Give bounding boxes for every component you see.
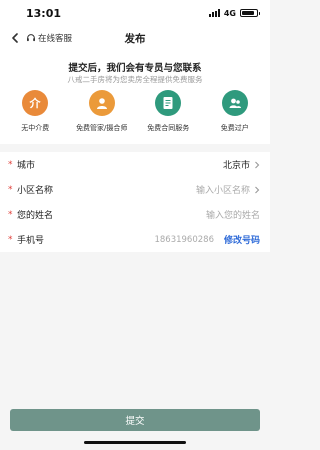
customer-service-button[interactable]: 在线客服 [26, 32, 72, 44]
intro-card: 提交后，我们会有专员与您联系 八戒二手房将为您卖房全程提供免费服务 介 无中介费… [0, 50, 270, 144]
community-placeholder: 输入小区名称 [195, 186, 250, 196]
community-label: 小区名称 [17, 186, 54, 196]
feature-housekeeper: 免费管家/摄合师 [70, 90, 134, 133]
feature-list: 介 无中介费 免费管家/摄合师 免费合同服务 免费过户 [0, 90, 270, 133]
submit-button[interactable]: 提交 [10, 409, 260, 431]
feature-no-fee: 介 无中介费 [3, 90, 67, 133]
housekeeper-icon [88, 90, 115, 116]
home-indicator [84, 441, 186, 444]
phone-row: * 手机号 18631960286 修改号码 [0, 227, 270, 252]
contract-icon [155, 90, 182, 116]
feature-contract: 免费合同服务 [136, 90, 200, 133]
city-row[interactable]: * 城市 北京市 [0, 152, 270, 177]
svg-text:介: 介 [29, 96, 42, 110]
listing-form: * 城市 北京市 * 小区名称 输入小区名称 * 您的姓名 输入您的姓名 * 手… [0, 152, 270, 252]
name-input[interactable]: 输入您的姓名 [206, 208, 260, 221]
feature-label: 免费合同服务 [147, 124, 190, 132]
phone-label: 手机号 [17, 236, 45, 246]
feature-label: 无中介费 [21, 124, 50, 132]
community-select[interactable]: 输入小区名称 [196, 183, 260, 196]
battery-icon [240, 9, 260, 17]
required-mark: * [8, 234, 13, 245]
feature-label: 免费过户 [220, 124, 249, 132]
status-bar: 13:01 4G [0, 0, 270, 26]
name-row: * 您的姓名 输入您的姓名 [0, 202, 270, 227]
required-mark: * [8, 184, 13, 195]
community-row[interactable]: * 小区名称 输入小区名称 [0, 177, 270, 202]
signal-icon [208, 9, 220, 17]
status-time: 13:01 [26, 6, 62, 20]
city-select[interactable]: 北京市 [223, 158, 260, 171]
intro-headline: 提交后，我们会有专员与您联系 [68, 63, 202, 74]
network-type: 4G [223, 8, 236, 18]
chevron-right-icon [255, 186, 260, 193]
phone-value: 18631960286 [154, 234, 214, 245]
customer-service-label: 在线客服 [38, 34, 73, 44]
city-value: 北京市 [222, 161, 250, 171]
status-icons: 4G [208, 8, 260, 18]
headset-icon [27, 34, 35, 42]
feature-label: 免费管家/摄合师 [76, 124, 128, 132]
transfer-icon [221, 90, 248, 116]
back-button[interactable] [4, 26, 26, 50]
chevron-right-icon [255, 161, 260, 168]
edit-phone-link[interactable]: 修改号码 [224, 233, 260, 246]
name-label: 您的姓名 [17, 211, 54, 221]
chevron-left-icon [12, 33, 18, 43]
required-mark: * [8, 159, 13, 170]
no-fee-icon: 介 [22, 90, 49, 116]
feature-transfer: 免费过户 [203, 90, 267, 133]
city-label: 城市 [17, 161, 36, 171]
nav-bar: 在线客服 发布 [0, 26, 270, 50]
intro-subline: 八戒二手房将为您卖房全程提供免费服务 [67, 75, 203, 84]
required-mark: * [8, 209, 13, 220]
